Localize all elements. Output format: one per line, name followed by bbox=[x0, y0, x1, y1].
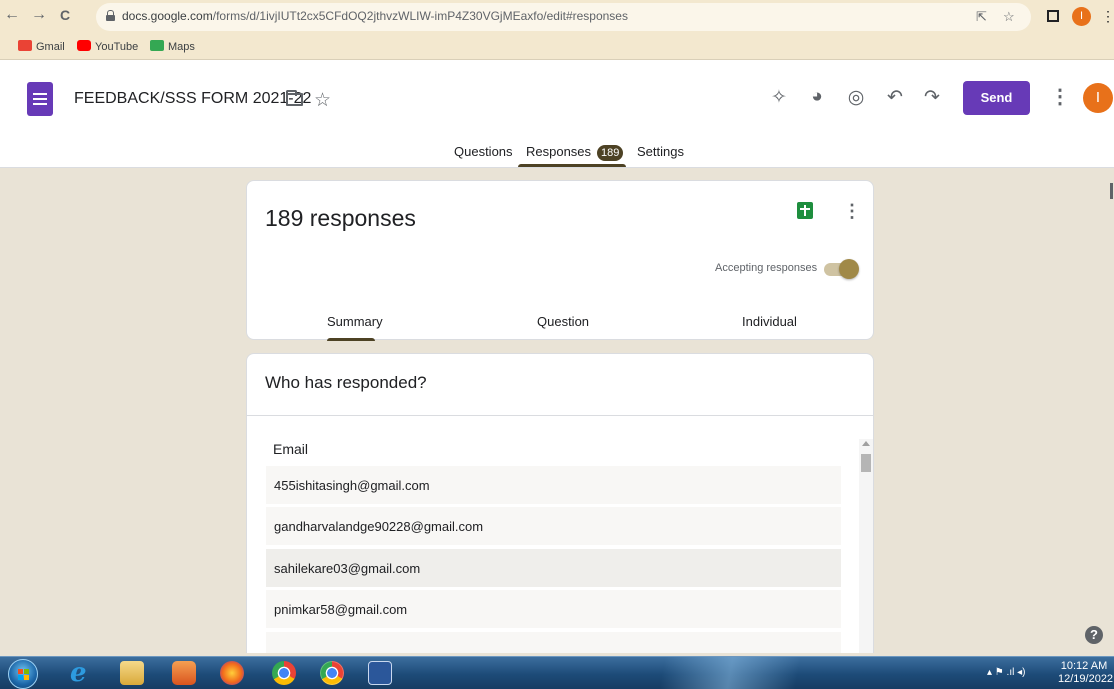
system-clock[interactable]: 10:12 AM 12/19/2022 bbox=[1058, 660, 1114, 686]
email-value: pnimkar58@gmail.com bbox=[274, 602, 408, 617]
share-icon[interactable]: ⇱ bbox=[976, 9, 987, 25]
windows-taskbar: e ▴ ⚑ .ıl ◂) 10:12 AM 12/19/2022 bbox=[0, 656, 1114, 689]
firefox-icon[interactable] bbox=[220, 661, 244, 685]
youtube-icon bbox=[77, 40, 91, 51]
forms-logo-icon[interactable] bbox=[27, 82, 53, 116]
bookmark-gmail[interactable]: Gmail bbox=[18, 40, 65, 53]
bookmarks-bar: Gmail YouTube Maps bbox=[0, 36, 1114, 60]
maps-icon bbox=[150, 40, 164, 51]
forms-header: FEEDBACK/SSS FORM 2021-22 ☆ ✧ ◕ ◎ ↶ ↷ Se… bbox=[0, 60, 1114, 168]
bookmark-star-icon[interactable]: ☆ bbox=[1003, 9, 1015, 25]
accepting-responses-label: Accepting responses bbox=[715, 262, 818, 274]
move-to-folder-icon[interactable] bbox=[286, 90, 303, 106]
email-row: pnimkar58@gmail.com bbox=[266, 590, 841, 628]
taskbar-glow bbox=[620, 657, 840, 689]
url-path: /forms/d/1ivjIUTt2cx5CFdOQ2jthvzWLIW-imP… bbox=[212, 9, 628, 23]
form-title[interactable]: FEEDBACK/SSS FORM 2021-22 bbox=[74, 90, 311, 108]
scroll-up-arrow-icon[interactable] bbox=[862, 441, 870, 446]
redo-icon[interactable]: ↷ bbox=[920, 86, 944, 109]
sheets-icon[interactable] bbox=[797, 202, 813, 219]
bookmark-youtube[interactable]: YouTube bbox=[77, 40, 138, 53]
chrome-profile-icon[interactable] bbox=[320, 661, 344, 685]
email-list-scrollbar[interactable] bbox=[859, 439, 873, 653]
lock-icon[interactable] bbox=[106, 10, 115, 21]
internet-explorer-icon[interactable]: e bbox=[70, 659, 87, 687]
tab-questions[interactable]: Questions bbox=[454, 144, 513, 159]
chrome-icon[interactable] bbox=[272, 661, 296, 685]
browser-toolbar: ← → C docs.google.com/forms/d/1ivjIUTt2c… bbox=[0, 0, 1114, 36]
page-scrollbar[interactable] bbox=[1110, 183, 1113, 199]
window-icon[interactable] bbox=[1047, 10, 1059, 22]
more-options-icon[interactable]: ⋮ bbox=[1050, 84, 1070, 109]
email-row-partial bbox=[266, 632, 841, 653]
who-responded-title: Who has responded? bbox=[265, 373, 427, 392]
email-value: sahilekare03@gmail.com bbox=[274, 561, 421, 576]
email-row: 455ishitasingh@gmail.com bbox=[266, 466, 841, 504]
bookmark-label: YouTube bbox=[95, 41, 139, 53]
help-icon[interactable]: ? bbox=[1085, 626, 1103, 644]
more-options-icon[interactable]: ⋮ bbox=[843, 201, 861, 222]
back-button[interactable]: ← bbox=[3, 6, 21, 24]
tab-settings[interactable]: Settings bbox=[637, 144, 684, 159]
tab-label: Questions bbox=[454, 144, 513, 159]
toggle-knob[interactable] bbox=[839, 259, 859, 279]
account-avatar[interactable]: I bbox=[1083, 83, 1113, 113]
scroll-thumb[interactable] bbox=[861, 454, 871, 472]
profile-icon[interactable]: I bbox=[1072, 7, 1091, 26]
forward-button[interactable]: → bbox=[30, 6, 48, 24]
url-domain: docs.google.com bbox=[122, 9, 213, 23]
bookmark-maps[interactable]: Maps bbox=[150, 40, 195, 53]
clock-time: 10:12 AM bbox=[1060, 660, 1108, 672]
undo-icon[interactable]: ↶ bbox=[883, 86, 907, 109]
start-button[interactable] bbox=[8, 659, 38, 689]
email-row: gandharvalandge90228@gmail.com bbox=[266, 507, 841, 545]
bookmark-label: Maps bbox=[168, 41, 195, 53]
bookmark-label: Gmail bbox=[36, 41, 65, 53]
clock-date: 12/19/2022 bbox=[1058, 673, 1114, 685]
media-player-icon[interactable] bbox=[172, 661, 196, 685]
browser-menu-icon[interactable]: ⋮ bbox=[1101, 8, 1114, 25]
email-value: gandharvalandge90228@gmail.com bbox=[274, 519, 484, 534]
star-icon[interactable]: ☆ bbox=[314, 89, 331, 112]
word-icon[interactable] bbox=[368, 661, 392, 685]
preview-icon[interactable]: ◎ bbox=[844, 86, 868, 109]
divider bbox=[247, 415, 873, 416]
email-row: sahilekare03@gmail.com bbox=[266, 549, 841, 587]
active-subtab-indicator bbox=[327, 338, 375, 341]
subtab-individual[interactable]: Individual bbox=[742, 314, 797, 329]
tab-label: Settings bbox=[637, 144, 684, 159]
email-value: 455ishitasingh@gmail.com bbox=[274, 478, 430, 493]
subtab-question[interactable]: Question bbox=[537, 314, 589, 329]
tab-label: Responses bbox=[526, 144, 592, 159]
address-bar[interactable]: docs.google.com/forms/d/1ivjIUTt2cx5CFdO… bbox=[96, 3, 1031, 31]
system-tray[interactable]: ▴ ⚑ .ıl ◂) bbox=[987, 667, 1025, 678]
responses-card: 189 responses ⋮ Accepting responses Summ… bbox=[246, 180, 874, 341]
active-tab-indicator bbox=[518, 164, 626, 167]
responses-count-badge: 189 bbox=[597, 145, 624, 161]
responses-count-title: 189 responses bbox=[265, 205, 416, 231]
email-column-header: Email bbox=[273, 441, 309, 457]
gmail-icon bbox=[18, 40, 32, 51]
url-text[interactable]: docs.google.com/forms/d/1ivjIUTt2cx5CFdO… bbox=[122, 9, 628, 23]
palette-icon[interactable]: ◕ bbox=[805, 86, 829, 108]
tab-responses[interactable]: Responses 189 bbox=[526, 144, 624, 161]
subtab-summary[interactable]: Summary bbox=[327, 314, 383, 329]
addon-icon[interactable]: ✧ bbox=[767, 86, 791, 109]
who-responded-card: Who has responded? Email 455ishitasingh@… bbox=[246, 353, 874, 653]
send-button[interactable]: Send bbox=[963, 81, 1030, 115]
reload-button[interactable]: C bbox=[56, 6, 74, 24]
file-explorer-icon[interactable] bbox=[120, 661, 144, 685]
